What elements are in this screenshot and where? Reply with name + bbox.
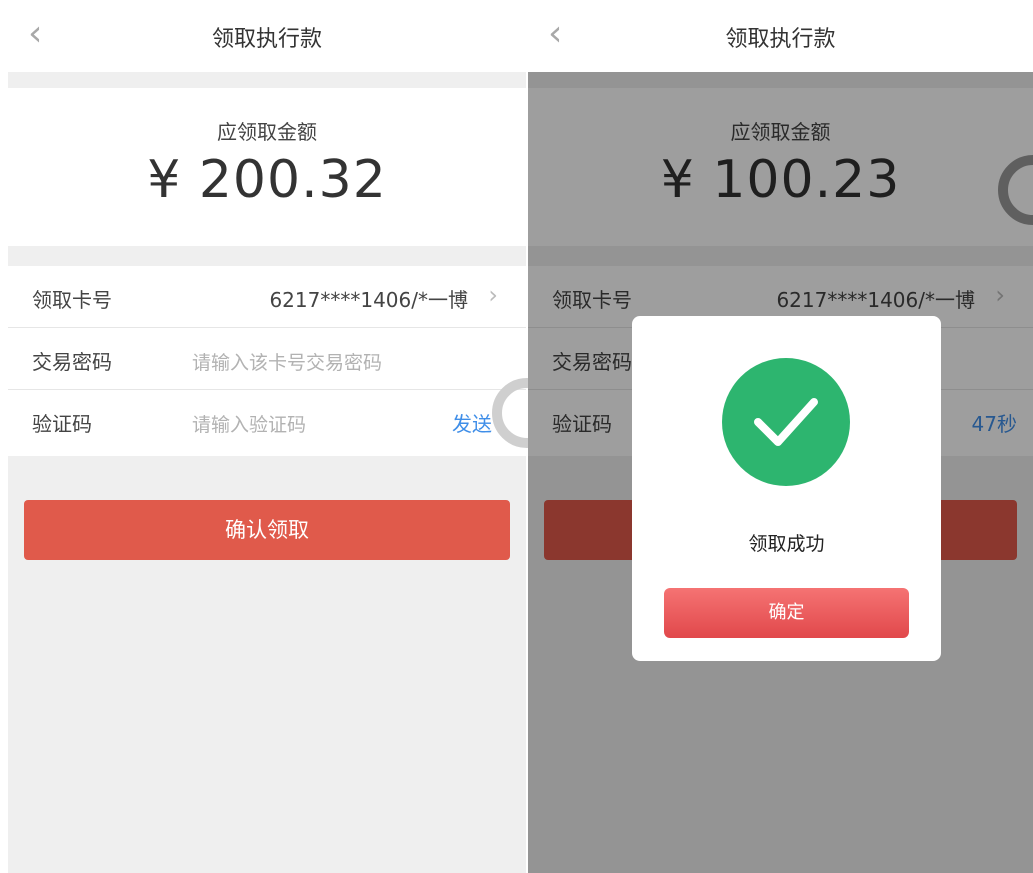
card-number-row[interactable]: 领取卡号 6217****1406/*一博 › — [8, 266, 526, 328]
verification-code-input[interactable]: 请输入验证码 — [192, 410, 306, 437]
ok-button[interactable]: 确定 — [664, 588, 909, 638]
success-dialog: 领取成功 确定 — [632, 316, 941, 661]
page-title: 领取执行款 — [725, 27, 836, 52]
page-title: 领取执行款 — [211, 27, 322, 52]
send-code-button[interactable]: 发送 — [452, 408, 492, 437]
check-circle-icon — [722, 358, 850, 486]
nav-bar: ‹ 领取执行款 — [8, 0, 526, 72]
chevron-right-icon[interactable]: › — [488, 281, 498, 309]
verification-code-label: 验证码 — [32, 412, 92, 436]
password-row: 交易密码 请输入该卡号交易密码 — [8, 328, 526, 390]
card-number-label: 领取卡号 — [32, 288, 112, 312]
verification-code-row: 验证码 请输入验证码 发送 — [8, 390, 526, 456]
claim-form: 领取卡号 6217****1406/*一博 › 交易密码 请输入该卡号交易密码 … — [8, 266, 526, 456]
screen-claim-form: ‹ 领取执行款 应领取金额 ¥ 200.32 领取卡号 6217****1406… — [8, 0, 526, 873]
password-label: 交易密码 — [32, 350, 112, 374]
amount-card: 应领取金额 ¥ 200.32 — [8, 88, 526, 246]
success-message: 领取成功 — [748, 533, 825, 555]
nav-bar: ‹ 领取执行款 — [528, 0, 1033, 72]
amount-value: ¥ 200.32 — [147, 150, 387, 210]
amount-label: 应领取金额 — [217, 120, 317, 144]
screen-claim-success: ‹ 领取执行款 应领取金额 ¥ 100.23 领取卡号 6217****1406… — [528, 0, 1033, 873]
card-number-value: 6217****1406/*一博 — [269, 288, 468, 312]
confirm-claim-button[interactable]: 确认领取 — [24, 500, 510, 560]
password-input[interactable]: 请输入该卡号交易密码 — [192, 348, 382, 375]
